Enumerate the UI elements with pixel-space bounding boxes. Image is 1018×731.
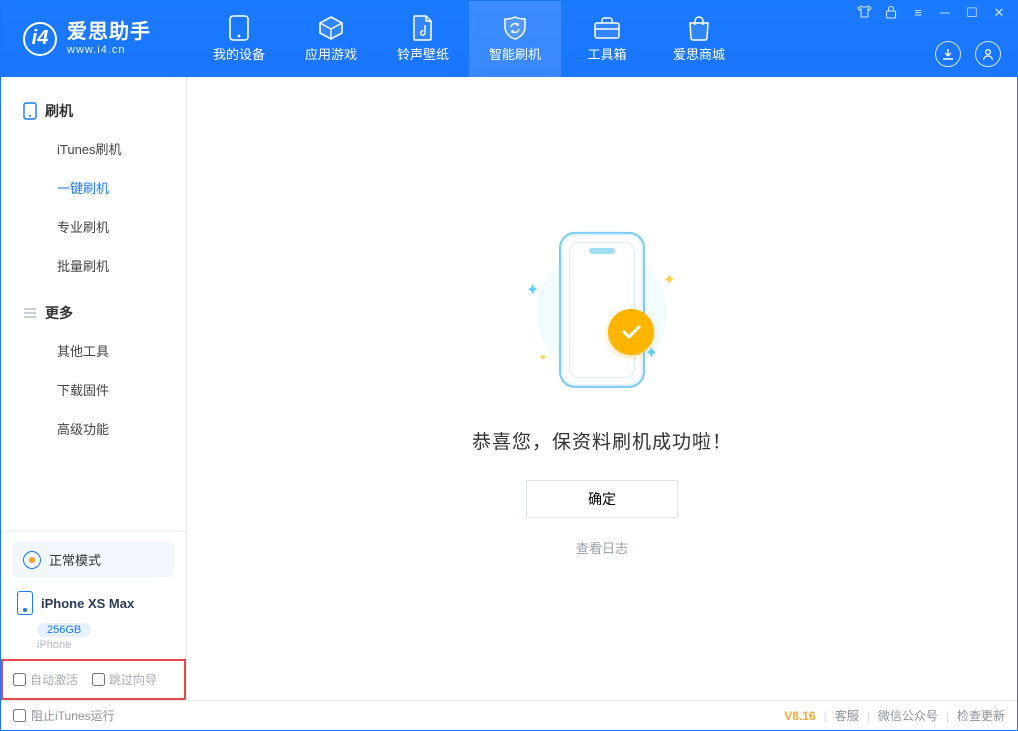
menu-icon[interactable]: ≡: [910, 5, 926, 22]
footer-link-check-update[interactable]: 检查更新: [957, 707, 1005, 724]
version-label: V8.16: [784, 709, 815, 723]
sidebar-item-oneclick-flash[interactable]: 一键刷机: [1, 168, 186, 207]
device-mode-row[interactable]: 正常模式: [13, 542, 174, 577]
app-url: www.i4.cn: [67, 44, 151, 57]
device-name: iPhone XS Max: [41, 596, 134, 611]
app-window: i4 爱思助手 www.i4.cn 我的设备 应用游戏: [0, 0, 1018, 731]
main-content: ✦✦✦• 恭喜您，保资料刷机成功啦！ 确定 查看日志: [187, 77, 1017, 700]
user-button[interactable]: [975, 41, 1001, 67]
success-illustration: ✦✦✦•: [492, 220, 712, 405]
nav-ringtones-wallpapers[interactable]: 铃声壁纸: [377, 1, 469, 77]
top-nav: 我的设备 应用游戏 铃声壁纸 智能刷机: [193, 1, 745, 77]
checkbox-prevent-itunes[interactable]: 阻止iTunes运行: [13, 707, 115, 724]
device-storage-pill: 256GB: [37, 623, 91, 637]
shirt-icon[interactable]: [856, 5, 872, 22]
minimize-button[interactable]: ─: [937, 5, 953, 22]
list-icon: [23, 307, 37, 319]
shield-refresh-icon: [502, 15, 528, 41]
phone-icon: [17, 591, 33, 615]
mode-indicator-icon: [23, 551, 41, 569]
flash-options-box: 自动激活 跳过向导: [1, 659, 186, 700]
nav-my-device[interactable]: 我的设备: [193, 1, 285, 77]
phone-icon: [23, 102, 37, 120]
success-panel: ✦✦✦• 恭喜您，保资料刷机成功啦！ 确定 查看日志: [472, 220, 732, 557]
nav-toolbox[interactable]: 工具箱: [561, 1, 653, 77]
device-icon: [229, 15, 249, 41]
sidebar-group-flash: 刷机: [1, 93, 186, 129]
footer-link-support[interactable]: 客服: [835, 707, 859, 724]
device-subtitle: iPhone: [13, 639, 174, 651]
close-button[interactable]: ✕: [991, 5, 1007, 22]
sidebar-item-pro-flash[interactable]: 专业刷机: [1, 207, 186, 246]
music-file-icon: [412, 15, 434, 41]
footer-link-wechat[interactable]: 微信公众号: [878, 707, 938, 724]
sidebar-group-more: 更多: [1, 295, 186, 331]
header-bar: i4 爱思助手 www.i4.cn 我的设备 应用游戏: [1, 1, 1017, 77]
ok-button[interactable]: 确定: [526, 480, 678, 518]
download-button[interactable]: [935, 41, 961, 67]
sidebar-item-advanced[interactable]: 高级功能: [1, 409, 186, 448]
sidebar-item-itunes-flash[interactable]: iTunes刷机: [1, 129, 186, 168]
sidebar-item-batch-flash[interactable]: 批量刷机: [1, 246, 186, 285]
status-bar: 阻止iTunes运行 V8.16 | 客服 | 微信公众号 | 检查更新: [1, 700, 1017, 730]
device-row[interactable]: iPhone XS Max: [13, 591, 174, 619]
success-message: 恭喜您，保资料刷机成功啦！: [472, 427, 732, 454]
checkbox-auto-activate[interactable]: 自动激活: [13, 671, 78, 688]
sidebar-device-panel: 正常模式 iPhone XS Max 256GB iPhone: [1, 531, 186, 659]
view-log-link[interactable]: 查看日志: [576, 538, 628, 557]
app-title: 爱思助手: [67, 21, 151, 44]
device-mode-label: 正常模式: [49, 550, 101, 569]
cube-icon: [318, 15, 344, 41]
logo-area: i4 爱思助手 www.i4.cn: [1, 21, 193, 57]
sidebar-item-download-firmware[interactable]: 下载固件: [1, 370, 186, 409]
app-logo-icon: i4: [23, 22, 57, 56]
nav-smart-flash[interactable]: 智能刷机: [469, 1, 561, 77]
lock-icon[interactable]: [883, 5, 899, 22]
checkbox-skip-guide[interactable]: 跳过向导: [92, 671, 157, 688]
toolbox-icon: [593, 15, 621, 41]
sidebar: 刷机 iTunes刷机 一键刷机 专业刷机 批量刷机 更多 其他工具 下载固件 …: [1, 77, 187, 700]
maximize-button[interactable]: ☐: [964, 5, 980, 22]
nav-apps-games[interactable]: 应用游戏: [285, 1, 377, 77]
sidebar-item-other-tools[interactable]: 其他工具: [1, 331, 186, 370]
shopping-bag-icon: [687, 15, 711, 41]
nav-store[interactable]: 爱思商城: [653, 1, 745, 77]
